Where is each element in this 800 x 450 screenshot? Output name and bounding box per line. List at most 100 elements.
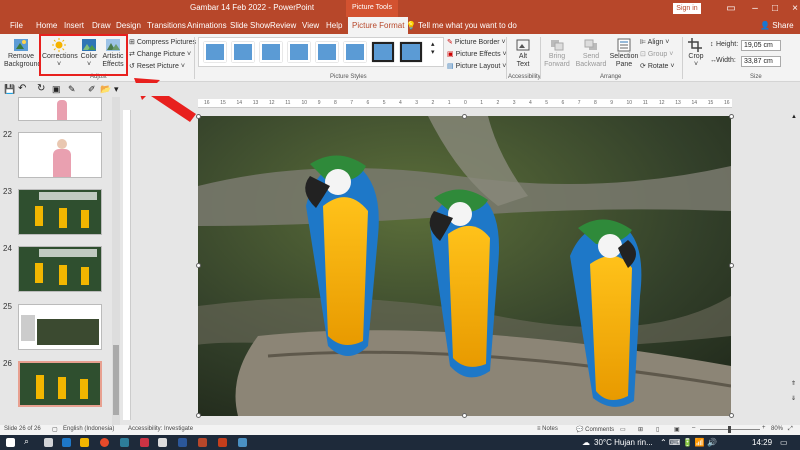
clock[interactable]: 14:29 — [752, 438, 772, 447]
word-icon[interactable] — [178, 438, 187, 447]
app-icon[interactable] — [140, 438, 149, 447]
change-picture-button[interactable]: ⇄ Change Picture ˅ — [129, 50, 191, 58]
slide-thumbnail-21[interactable] — [18, 97, 102, 121]
powerpoint-icon[interactable] — [198, 438, 207, 447]
slideshow-icon[interactable]: ▣ — [674, 426, 680, 433]
redo-icon[interactable]: ↻ — [37, 83, 45, 94]
crop-button[interactable]: Crop ˅ — [685, 38, 707, 69]
gallery-more-icon[interactable]: ▴ ▾ — [431, 40, 435, 56]
resize-handle[interactable] — [196, 263, 201, 268]
share-button[interactable]: 👤 Share — [760, 21, 794, 30]
resize-handle[interactable] — [462, 413, 467, 418]
ribbon-display-icon[interactable]: ▭ — [718, 0, 744, 17]
scroll-page-up-icon[interactable]: ⇑ — [791, 380, 796, 387]
tab-review[interactable]: Review — [270, 21, 296, 30]
slide-sorter-icon[interactable]: ⊞ — [638, 426, 643, 433]
picture-style-1[interactable] — [204, 42, 226, 62]
align-button[interactable]: ⊫ Align ˅ — [640, 38, 669, 46]
resize-handle[interactable] — [729, 413, 734, 418]
rotate-button[interactable]: ⟳ Rotate ˅ — [640, 62, 675, 70]
picture-style-2[interactable] — [232, 42, 254, 62]
open-icon[interactable]: 📂 — [100, 84, 111, 95]
present-icon[interactable]: ▣ — [52, 84, 61, 95]
height-field[interactable]: 19,05 cm — [741, 40, 781, 51]
tab-picture-format[interactable]: Picture Format — [348, 17, 409, 34]
alt-text-button[interactable]: Alt Text — [510, 38, 536, 69]
resize-handle[interactable] — [196, 413, 201, 418]
tab-slide-show[interactable]: Slide Show — [230, 21, 270, 30]
resize-handle[interactable] — [729, 114, 734, 119]
resize-handle[interactable] — [729, 263, 734, 268]
tab-view[interactable]: View — [302, 21, 319, 30]
tab-draw[interactable]: Draw — [92, 21, 111, 30]
slide-thumbnail-23[interactable] — [18, 189, 102, 235]
app-icon[interactable] — [218, 438, 227, 447]
picture-style-7[interactable] — [372, 42, 394, 62]
weather-status[interactable]: 30°C Hujan rin... — [594, 438, 653, 447]
picture-border-button[interactable]: ✎ Picture Border ˅ — [447, 38, 506, 46]
zoom-out-icon[interactable]: – — [692, 425, 695, 431]
fit-slide-icon[interactable]: ⤢ — [788, 426, 793, 433]
accessibility-status[interactable]: Accessibility: Investigate — [128, 426, 193, 432]
picture-style-4[interactable] — [288, 42, 310, 62]
slide-thumbnail-24[interactable] — [18, 246, 102, 292]
width-field[interactable]: 33,87 cm — [741, 56, 781, 67]
comments-button[interactable]: 💬 Comments — [576, 426, 614, 433]
reset-picture-button[interactable]: ↺ Reset Picture ˅ — [129, 62, 185, 70]
slide-thumbnail-22[interactable] — [18, 132, 102, 178]
task-view-icon[interactable] — [44, 438, 53, 447]
language-indicator[interactable]: English (Indonesia) — [63, 426, 114, 432]
scroll-up-icon[interactable]: ▲ — [791, 114, 797, 120]
reading-view-icon[interactable]: ▯ — [656, 426, 659, 433]
format-painter-icon[interactable]: ✎ — [68, 84, 76, 95]
normal-view-icon[interactable]: ▭ — [620, 426, 626, 433]
group-button[interactable]: ⊡ Group ˅ — [640, 50, 673, 58]
slide-thumbnail-25[interactable] — [18, 304, 102, 350]
zoom-slider-thumb[interactable] — [728, 426, 731, 433]
editor-scrollbar[interactable]: ▲ ⇑ ⇓ — [790, 110, 800, 425]
tray-icons[interactable]: ⌃ ⌨ 🔋 📶 🔊 — [660, 438, 717, 447]
file-explorer-icon[interactable] — [80, 438, 89, 447]
app-icon[interactable] — [238, 438, 247, 447]
chrome-icon[interactable] — [100, 438, 109, 447]
tab-home[interactable]: Home — [36, 21, 57, 30]
bring-forward-button[interactable]: Bring Forward — [542, 38, 572, 69]
undo-icon[interactable]: ↶ — [18, 83, 26, 94]
tell-me-search[interactable]: 💡 Tell me what you want to do — [406, 21, 517, 30]
sign-in-button[interactable]: Sign in — [673, 3, 701, 14]
windows-start-icon[interactable] — [6, 438, 15, 447]
send-backward-button[interactable]: Send Backward — [574, 38, 608, 69]
tab-animations[interactable]: Animations — [187, 21, 227, 30]
thumbnail-scroll-thumb[interactable] — [113, 345, 119, 415]
picture-layout-button[interactable]: ▤ Picture Layout ˅ — [447, 62, 506, 70]
tab-file[interactable]: File — [10, 21, 23, 30]
notification-icon[interactable]: ▭ — [780, 438, 788, 447]
picture-effects-button[interactable]: ▣ Picture Effects ˅ — [447, 50, 507, 58]
slide-canvas[interactable] — [198, 116, 731, 416]
slide-thumbnail-26[interactable] — [18, 361, 102, 407]
app-icon[interactable] — [120, 438, 129, 447]
zoom-in-icon[interactable]: + — [762, 425, 766, 431]
tab-design[interactable]: Design — [116, 21, 141, 30]
resize-handle[interactable] — [196, 114, 201, 119]
edge-icon[interactable] — [62, 438, 71, 447]
scroll-page-down-icon[interactable]: ⇓ — [791, 395, 796, 402]
zoom-level[interactable]: 80% — [771, 426, 783, 432]
customize-icon[interactable]: ▾ — [114, 84, 119, 95]
selection-pane-button[interactable]: Selection Pane — [608, 38, 640, 69]
picture-style-3[interactable] — [260, 42, 282, 62]
save-icon[interactable]: 💾 — [4, 84, 15, 95]
search-icon[interactable]: ⌕ — [24, 436, 29, 447]
picture-style-5[interactable] — [316, 42, 338, 62]
notes-button[interactable]: ≡ Notes — [537, 426, 558, 432]
tab-insert[interactable]: Insert — [64, 21, 84, 30]
draw-icon[interactable]: ✐ — [88, 84, 96, 95]
tab-transitions[interactable]: Transitions — [147, 21, 186, 30]
remove-background-button[interactable]: Remove Background — [4, 38, 41, 69]
app-icon[interactable] — [158, 438, 167, 447]
tab-help[interactable]: Help — [326, 21, 342, 30]
spellcheck-icon[interactable]: ▢ — [52, 426, 58, 433]
picture-style-6[interactable] — [344, 42, 366, 62]
weather-icon[interactable]: ☁ — [582, 438, 590, 447]
picture-style-8[interactable] — [400, 42, 422, 62]
